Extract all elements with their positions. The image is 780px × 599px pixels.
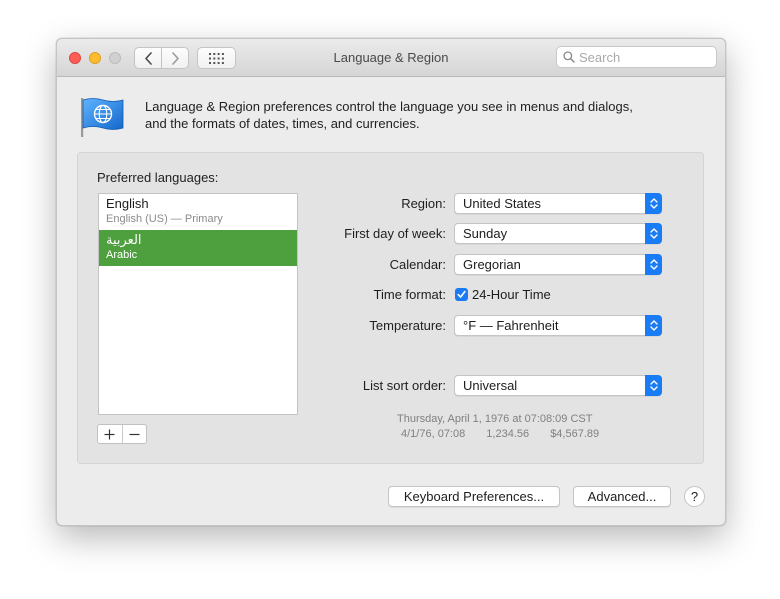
title-bar[interactable]: Language & Region: [57, 39, 725, 77]
description-line-1: Language & Region preferences control th…: [145, 99, 633, 114]
add-remove-control: [97, 424, 147, 444]
24-hour-checkbox[interactable]: [455, 288, 468, 301]
24-hour-label[interactable]: 24-Hour Time: [472, 287, 551, 302]
preferences-window: Language & Region Language & Region pref…: [56, 38, 726, 526]
temperature-label: Temperature:: [369, 318, 446, 333]
description-text: Language & Region preferences control th…: [145, 98, 685, 132]
updown-arrows-icon: [645, 254, 662, 275]
calendar-label: Calendar:: [389, 257, 446, 272]
sort-order-label: List sort order:: [362, 378, 446, 393]
temperature-value: °F — Fahrenheit: [463, 318, 559, 333]
region-label: Region:: [401, 196, 446, 211]
add-language-button[interactable]: [98, 425, 123, 443]
advanced-button[interactable]: Advanced...: [573, 486, 671, 507]
search-icon: [563, 51, 575, 63]
sample-date: Thursday, April 1, 1976 at 07:08:09 CST: [397, 413, 593, 425]
updown-arrows-icon: [645, 375, 662, 396]
calendar-value: Gregorian: [463, 257, 521, 272]
sample-number: 1,234.56: [486, 428, 530, 440]
keyboard-preferences-button[interactable]: Keyboard Preferences...: [388, 486, 560, 507]
first-day-popup[interactable]: Sunday: [454, 223, 662, 244]
sort-order-value: Universal: [463, 378, 518, 393]
sort-order-popup[interactable]: Universal: [454, 375, 662, 396]
checkmark-icon: [457, 290, 466, 298]
search-field[interactable]: [556, 46, 717, 68]
updown-arrows-icon: [645, 223, 662, 244]
first-day-value: Sunday: [463, 226, 508, 241]
time-format-label: Time format:: [373, 287, 446, 302]
language-subtitle: English (US) — Primary: [106, 213, 223, 225]
plus-icon: [104, 429, 115, 439]
region-popup[interactable]: United States: [454, 193, 662, 214]
description-line-2: and the formats of dates, times, and cur…: [145, 116, 420, 131]
search-input[interactable]: [579, 49, 711, 65]
updown-arrows-icon: [645, 315, 662, 336]
help-button[interactable]: ?: [684, 486, 705, 507]
calendar-popup[interactable]: Gregorian: [454, 254, 662, 275]
temperature-popup[interactable]: °F — Fahrenheit: [454, 315, 662, 336]
preferred-languages-label: Preferred languages:: [97, 170, 219, 185]
region-value: United States: [463, 196, 542, 211]
updown-arrows-icon: [645, 193, 662, 214]
sample-formats: 4/1/76, 07:08 1,234.56 $4,567.89: [401, 428, 599, 440]
first-day-label: First day of week:: [344, 226, 446, 241]
remove-language-button[interactable]: [123, 425, 147, 443]
sample-currency: $4,567.89: [550, 428, 600, 440]
minus-icon: [129, 433, 140, 435]
sample-short-date: 4/1/76, 07:08: [401, 428, 466, 440]
globe-flag-icon: [81, 98, 124, 137]
